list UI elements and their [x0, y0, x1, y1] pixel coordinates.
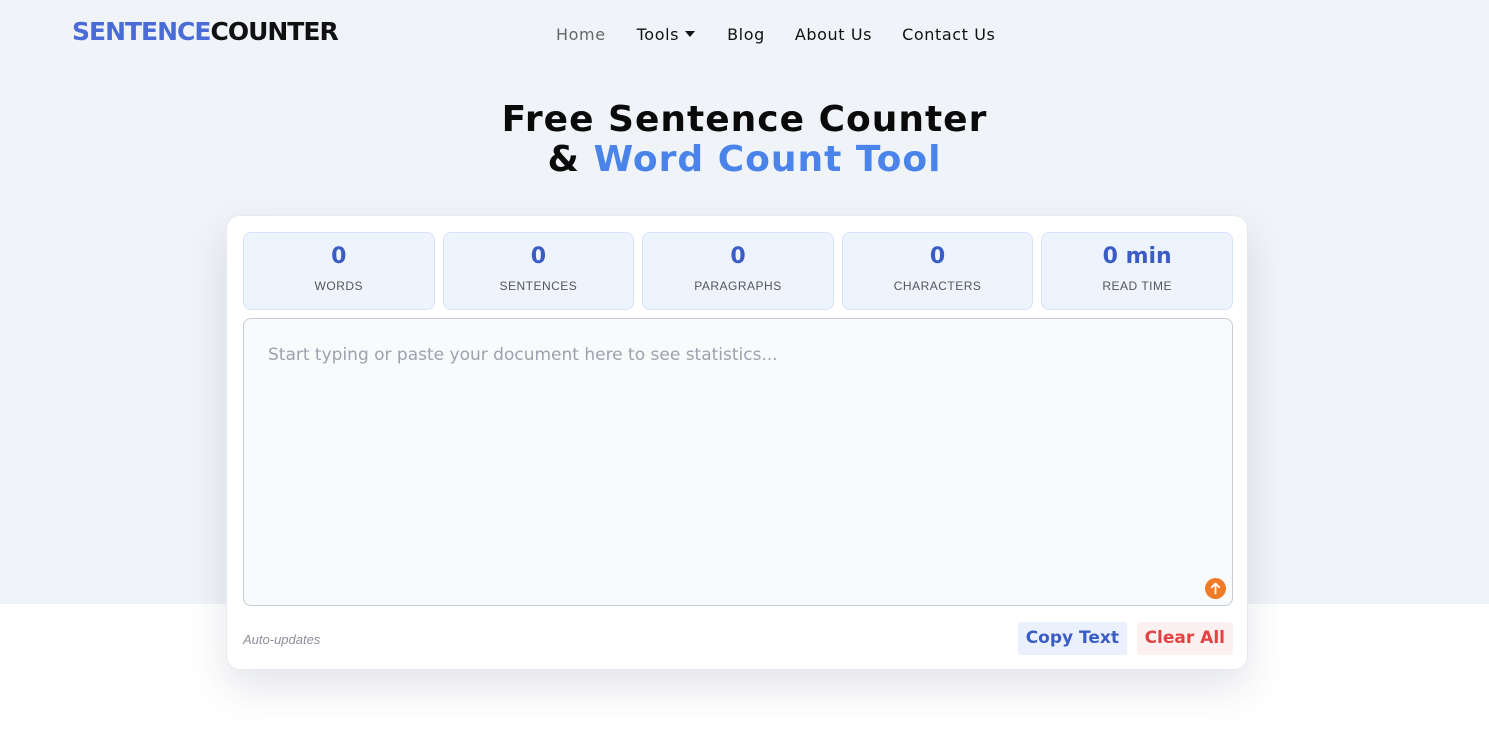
text-editor[interactable]: Start typing or paste your document here… — [243, 318, 1233, 606]
stat-sentences: 0 SENTENCES — [442, 232, 635, 310]
stat-label: WORDS — [314, 279, 364, 293]
stat-value: 0 — [730, 244, 746, 269]
stats-row: 0 WORDS 0 SENTENCES 0 PARAGRAPHS 0 CHARA… — [243, 232, 1233, 310]
title-line-2-accent: Word Count Tool — [593, 139, 942, 180]
logo-part-counter: COUNTER — [210, 17, 338, 46]
nav-tools[interactable]: Tools — [636, 24, 696, 44]
logo-part-sentence: SENTENCE — [72, 17, 211, 46]
nav-tools-label: Tools — [636, 24, 680, 44]
nav-about-us[interactable]: About Us — [795, 25, 872, 44]
nav-home[interactable]: Home — [556, 25, 606, 44]
title-line-1: Free Sentence Counter — [501, 99, 988, 140]
auto-updates-label: Auto-updates — [243, 632, 321, 647]
logo[interactable]: SENTENCECOUNTER — [72, 16, 339, 48]
nav-blog[interactable]: Blog — [727, 25, 765, 44]
editor-placeholder: Start typing or paste your document here… — [268, 345, 778, 365]
page-title: Free Sentence Counter & Word Count Tool — [0, 100, 1489, 180]
stat-label: CHARACTERS — [893, 279, 982, 293]
nav-contact-us[interactable]: Contact Us — [902, 25, 995, 44]
stat-value: 0 min — [1102, 244, 1172, 269]
stat-words: 0 WORDS — [243, 232, 435, 310]
stat-read-time: 0 min READ TIME — [1041, 232, 1233, 310]
copy-text-button[interactable]: Copy Text — [1017, 622, 1127, 655]
chevron-down-icon — [685, 31, 696, 37]
stat-label: SENTENCES — [499, 279, 578, 293]
stat-value: 0 — [530, 244, 547, 269]
counter-card: 0 WORDS 0 SENTENCES 0 PARAGRAPHS 0 CHARA… — [226, 215, 1248, 670]
stat-label: READ TIME — [1102, 279, 1172, 293]
upload-icon[interactable] — [1205, 578, 1226, 599]
main-nav: Home Tools Blog About Us Contact Us — [556, 22, 996, 46]
stat-paragraphs: 0 PARAGRAPHS — [642, 232, 834, 310]
stat-label: PARAGRAPHS — [694, 279, 782, 293]
card-footer: Auto-updates Copy Text Clear All — [243, 622, 1233, 656]
stat-value: 0 — [331, 244, 347, 269]
stat-value: 0 — [929, 244, 946, 269]
clear-all-button[interactable]: Clear All — [1136, 622, 1233, 655]
site-header: SENTENCECOUNTER Home Tools Blog About Us… — [0, 0, 1489, 66]
stat-characters: 0 CHARACTERS — [841, 232, 1034, 310]
title-line-2-prefix: & — [547, 139, 594, 180]
